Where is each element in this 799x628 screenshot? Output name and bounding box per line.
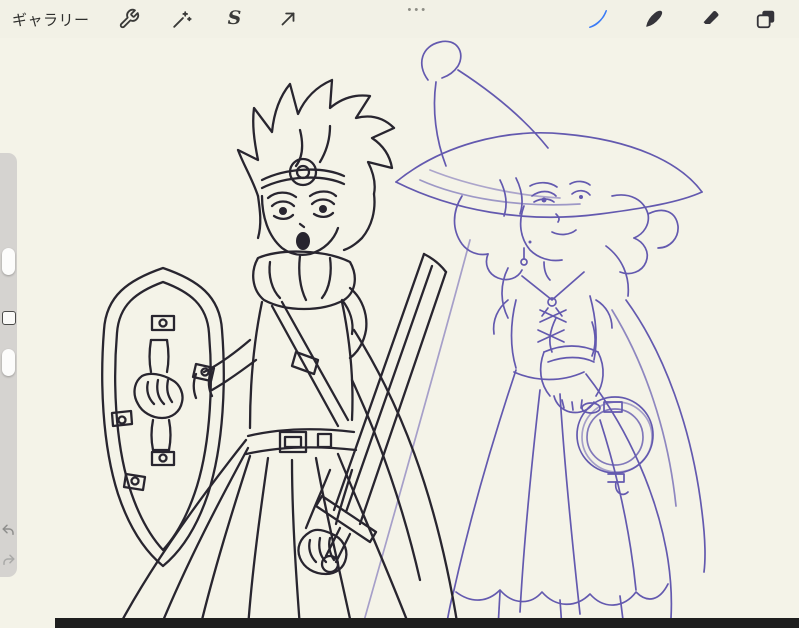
redo-button[interactable]	[0, 551, 17, 569]
undo-icon	[2, 524, 14, 535]
transform-button[interactable]	[275, 6, 301, 32]
undo-button[interactable]	[0, 521, 17, 539]
paint-brush-icon	[589, 10, 607, 28]
transform-arrow-icon	[281, 12, 294, 26]
eraser-icon	[703, 11, 719, 25]
adjustments-button[interactable]	[169, 6, 195, 32]
selection-button[interactable]: S	[222, 6, 248, 32]
adjustments-wand-icon	[172, 11, 192, 28]
actions-button[interactable]	[116, 6, 142, 32]
modify-button[interactable]	[2, 311, 16, 325]
witch-sketch	[361, 40, 706, 628]
wrench-icon	[119, 8, 139, 29]
brush-sidebar	[0, 153, 17, 577]
selection-s-icon: S	[227, 6, 242, 29]
layers-icon	[756, 10, 775, 29]
opacity-slider[interactable]	[2, 349, 15, 376]
smudge-button[interactable]	[641, 6, 667, 32]
smudge-icon	[646, 10, 663, 27]
erase-button[interactable]	[697, 6, 723, 32]
canvas-bottom-edge	[55, 618, 799, 628]
redo-icon	[3, 554, 15, 565]
top-toolbar: ギャラリー S •••	[0, 0, 799, 38]
brush-size-slider[interactable]	[2, 248, 15, 275]
right-tool-group	[585, 6, 799, 32]
hero-ink	[101, 78, 460, 628]
window-drag-handle[interactable]: •••	[408, 4, 429, 16]
paint-button[interactable]	[585, 6, 611, 32]
gallery-button[interactable]: ギャラリー	[0, 9, 100, 30]
drawing-canvas[interactable]	[0, 0, 799, 628]
left-tool-group: S	[116, 6, 301, 32]
layers-button[interactable]	[753, 6, 779, 32]
